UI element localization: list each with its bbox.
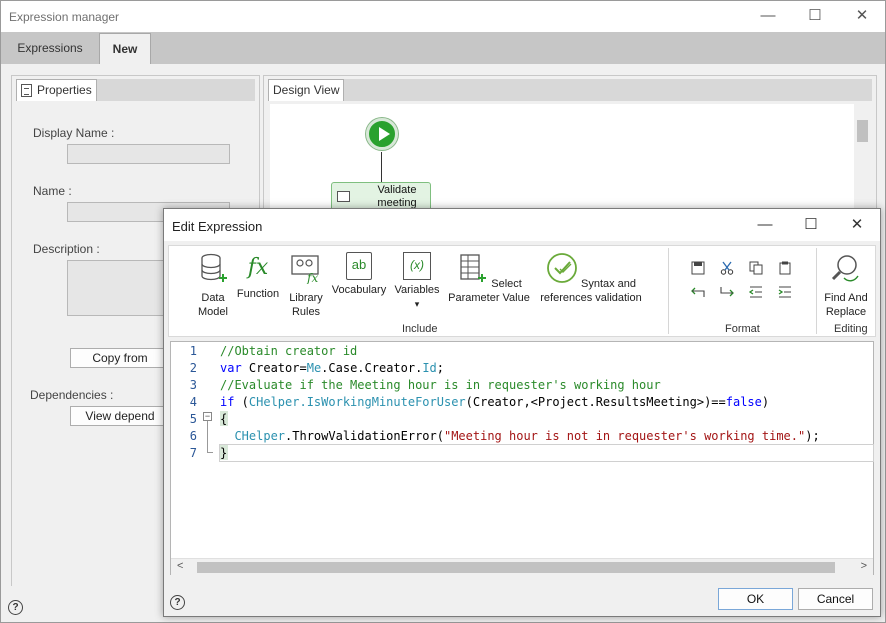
code-line-7: } <box>220 446 228 460</box>
data-model-label: Data Model <box>198 292 228 318</box>
edit-expression-dialog: Edit Expression — ☐ ✕ Data Model fx Func… <box>163 208 881 617</box>
include-group-label: Include <box>402 323 438 335</box>
variables-dropdown-icon[interactable]: ▾ <box>415 299 420 309</box>
code-line-3: //Evaluate if the Meeting hour is in req… <box>220 378 661 392</box>
main-maximize-button[interactable]: ☐ <box>792 1 838 32</box>
scroll-left-icon[interactable]: < <box>177 560 183 572</box>
ribbon-toolbar: Data Model fx Function fx Library Rules … <box>168 245 876 337</box>
view-dependencies-button[interactable]: View depend <box>70 406 170 426</box>
ribbon-separator-2 <box>816 248 817 334</box>
library-rules-button[interactable]: fx Library Rules <box>287 252 325 319</box>
flow-connector <box>381 152 382 182</box>
design-view-tab[interactable]: Design View <box>268 79 345 101</box>
format-group-label: Format <box>725 323 760 335</box>
fold-guide-end <box>207 452 213 453</box>
function-button[interactable]: fx Function <box>235 252 281 301</box>
main-tab-bar: Expressions New <box>1 32 885 64</box>
outdent-icon[interactable] <box>745 284 767 304</box>
library-rules-icon: fx <box>291 255 319 285</box>
dialog-help-icon[interactable]: ? <box>170 595 185 610</box>
data-model-button[interactable]: Data Model <box>193 252 233 319</box>
checkmark-validation-icon <box>547 253 577 283</box>
syntax-validation-button[interactable]: Syntax and references validation <box>539 252 643 305</box>
line-number: 7 <box>189 446 197 460</box>
main-help-icon[interactable]: ? <box>8 600 23 615</box>
function-icon: fx <box>247 255 269 280</box>
parameter-table-icon <box>460 254 487 282</box>
fold-guide <box>207 421 208 453</box>
dependencies-label: Dependencies : <box>30 388 114 402</box>
vocabulary-label: Vocabulary <box>331 284 387 296</box>
variables-label: Variables <box>394 284 440 296</box>
description-label: Description : <box>33 242 100 256</box>
properties-tab-label: Properties <box>37 83 92 97</box>
code-line-1: //Obtain creator id <box>220 344 358 358</box>
display-name-label: Display Name : <box>33 126 115 140</box>
database-icon <box>201 253 227 282</box>
tab-new[interactable]: New <box>99 33 151 64</box>
dialog-title: Edit Expression <box>172 219 263 234</box>
redo-icon[interactable] <box>716 284 738 304</box>
line-number: 4 <box>189 395 197 409</box>
design-scroll-thumb[interactable] <box>857 120 868 142</box>
name-label: Name : <box>33 184 72 198</box>
indent-icon[interactable] <box>774 284 796 304</box>
code-line-6: CHelper.ThrowValidationError("Meeting ho… <box>234 429 820 443</box>
main-window-title: Expression manager <box>9 10 120 24</box>
line-number: 1 <box>189 344 197 358</box>
cancel-button[interactable]: Cancel <box>798 588 873 610</box>
copy-icon[interactable] <box>745 260 767 280</box>
dialog-maximize-button[interactable]: ☐ <box>788 209 834 241</box>
line-number: 2 <box>189 361 197 375</box>
fold-toggle-icon[interactable]: − <box>203 412 212 421</box>
dialog-title-bar: Edit Expression — ☐ ✕ <box>164 209 880 241</box>
code-line-5: { <box>220 412 228 426</box>
paste-icon[interactable] <box>774 260 796 280</box>
editor-scroll-thumb[interactable] <box>197 562 835 573</box>
vocabulary-icon: ab <box>346 252 372 280</box>
editing-group-label: Editing <box>834 323 868 335</box>
line-number-gutter: 1 2 3 4 5 6 7 <box>171 342 201 558</box>
code-line-4: if (CHelper.IsWorkingMinuteForUser(Creat… <box>220 395 770 409</box>
main-close-button[interactable]: ✕ <box>839 1 885 32</box>
main-minimize-button[interactable]: — <box>745 1 791 32</box>
dialog-minimize-button[interactable]: — <box>742 209 788 241</box>
cut-icon[interactable] <box>716 260 738 280</box>
magnifier-icon <box>831 255 859 282</box>
properties-document-icon <box>21 84 32 97</box>
svg-text:fx: fx <box>306 271 318 284</box>
line-number: 3 <box>189 378 197 392</box>
editor-horizontal-scrollbar[interactable]: < > <box>171 558 873 575</box>
copy-from-button[interactable]: Copy from <box>70 348 170 368</box>
design-view-panel-header: Design View <box>268 79 872 101</box>
select-parameter-value-button[interactable]: Select Parameter Value <box>447 252 531 305</box>
line-number: 6 <box>189 429 197 443</box>
function-label: Function <box>236 288 280 300</box>
task-label: Validate meeting <box>377 184 417 209</box>
ok-button[interactable]: OK <box>718 588 793 610</box>
display-name-field[interactable] <box>67 144 230 164</box>
scroll-right-icon[interactable]: > <box>861 560 867 572</box>
find-and-replace-button[interactable]: Find And Replace <box>819 252 873 319</box>
undo-icon[interactable] <box>687 284 709 304</box>
vocabulary-button[interactable]: ab Vocabulary <box>331 252 387 297</box>
main-title-bar: Expression manager — ☐ ✕ <box>1 1 885 32</box>
variables-button[interactable]: (x) Variables ▾ <box>393 252 441 311</box>
task-icon <box>337 191 350 202</box>
line-number: 5 <box>189 412 197 426</box>
code-line-2: var Creator=Me.Case.Creator.Id; <box>220 361 445 375</box>
dialog-close-button[interactable]: ✕ <box>834 209 880 241</box>
properties-panel-header: Properties <box>16 79 255 101</box>
library-rules-label: Library Rules <box>289 292 323 318</box>
code-editor[interactable]: 1 2 3 4 5 6 7 − //Obtain creator id var … <box>170 341 874 575</box>
properties-tab[interactable]: Properties <box>16 79 97 101</box>
start-event-icon[interactable] <box>366 118 398 150</box>
tab-expressions[interactable]: Expressions <box>1 33 99 64</box>
find-and-replace-label: Find And Replace <box>824 292 868 318</box>
current-line-highlight <box>219 444 874 462</box>
variables-icon: (x) <box>403 252 431 280</box>
save-icon[interactable] <box>687 260 709 280</box>
ribbon-separator <box>668 248 669 334</box>
